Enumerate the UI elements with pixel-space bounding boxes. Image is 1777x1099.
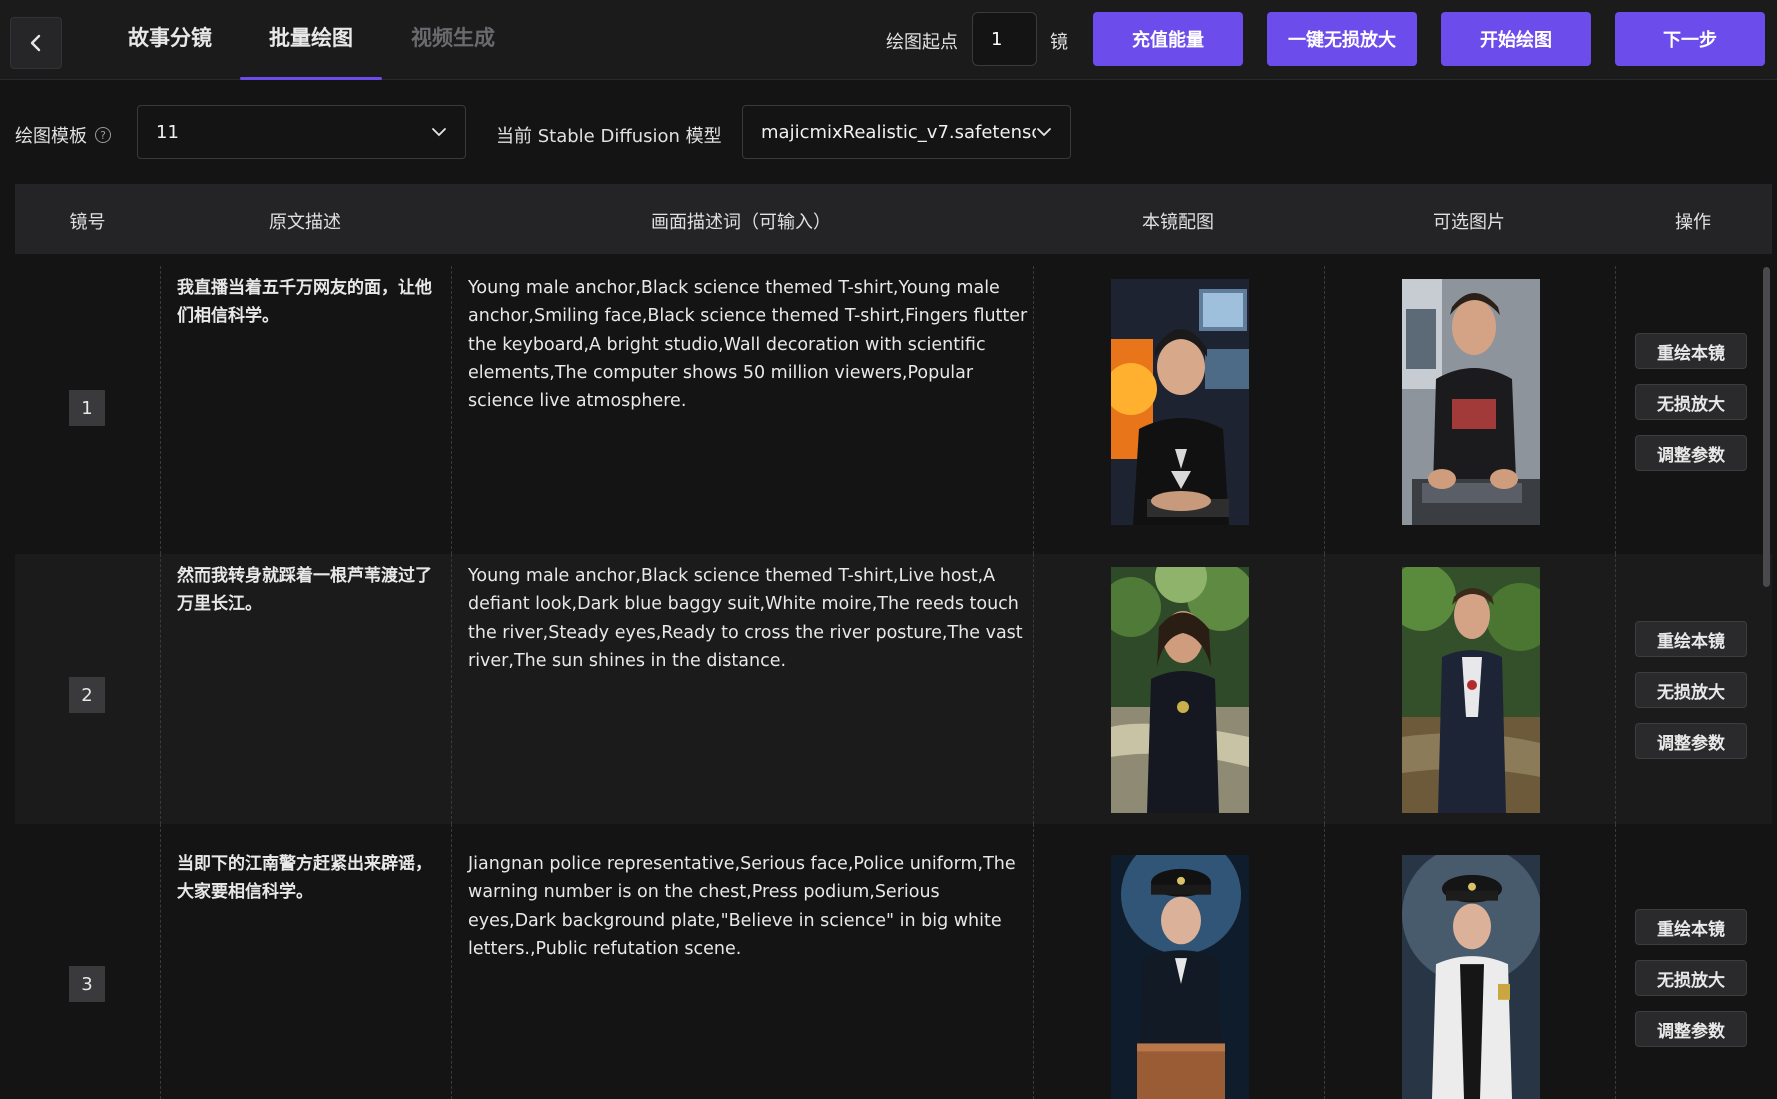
adjust-params-button[interactable]: 调整参数	[1635, 435, 1747, 471]
model-select-value: majicmixRealistic_v7.safetensors	[761, 121, 1036, 143]
upscale-button[interactable]: 无损放大	[1635, 384, 1747, 420]
table-header: 镜号 原文描述 画面描述词（可输入） 本镜配图 可选图片 操作	[15, 184, 1772, 254]
col-shot: 镜号	[69, 212, 106, 233]
help-icon[interactable]: ?	[95, 127, 111, 143]
table-row: 3 当即下的江南警方赶紧出来辟谣，大家要相信科学。 Jiangnan polic…	[15, 824, 1772, 1099]
start-draw-button[interactable]: 开始绘图	[1441, 12, 1591, 66]
draw-start-label: 绘图起点	[886, 32, 958, 53]
redraw-button[interactable]: 重绘本镜	[1635, 621, 1747, 657]
back-button[interactable]	[10, 17, 62, 69]
top-bar: 故事分镜 批量绘图 视频生成 绘图起点 镜 充值能量 一键无损放大 开始绘图 下…	[0, 0, 1777, 80]
table-scrollbar[interactable]	[1763, 267, 1770, 587]
draw-start-input[interactable]	[972, 12, 1037, 66]
option-image[interactable]	[1402, 855, 1540, 1099]
template-select[interactable]: 11	[137, 105, 466, 159]
prompt-input[interactable]: Young male anchor,Black science themed T…	[468, 274, 1033, 415]
table-row: 1 我直播当着五千万网友的面，让他们相信科学。 Young male ancho…	[15, 254, 1772, 554]
redraw-button[interactable]: 重绘本镜	[1635, 333, 1747, 369]
col-actions: 操作	[1675, 212, 1711, 233]
col-image: 本镜配图	[1142, 212, 1214, 233]
prompt-input[interactable]: Jiangnan police representative,Serious f…	[468, 850, 1033, 963]
shot-number: 3	[69, 966, 105, 1002]
upscale-button[interactable]: 无损放大	[1635, 960, 1747, 996]
template-label: 绘图模板	[15, 126, 87, 147]
option-image[interactable]	[1402, 279, 1540, 525]
col-original: 原文描述	[269, 212, 341, 233]
tab-batch-draw[interactable]: 批量绘图	[240, 22, 382, 80]
adjust-params-button[interactable]: 调整参数	[1635, 723, 1747, 759]
shot-number: 1	[69, 390, 105, 426]
chevron-down-icon	[1037, 128, 1051, 137]
redraw-button[interactable]: 重绘本镜	[1635, 909, 1747, 945]
adjust-params-button[interactable]: 调整参数	[1635, 1011, 1747, 1047]
model-label: 当前 Stable Diffusion 模型	[496, 126, 722, 147]
col-prompt: 画面描述词（可输入）	[651, 212, 831, 233]
option-image[interactable]	[1402, 567, 1540, 813]
chevron-left-icon	[30, 34, 41, 52]
template-select-value: 11	[156, 121, 179, 143]
upscale-button[interactable]: 无损放大	[1635, 672, 1747, 708]
shot-number: 2	[69, 677, 105, 713]
template-label-wrap: 绘图模板 ?	[15, 122, 111, 148]
chevron-down-icon	[432, 128, 446, 137]
recharge-button[interactable]: 充值能量	[1093, 12, 1243, 66]
tab-video-generate[interactable]: 视频生成	[398, 22, 508, 80]
current-image[interactable]	[1111, 279, 1249, 525]
tab-storyboard[interactable]: 故事分镜	[115, 22, 225, 80]
model-select[interactable]: majicmixRealistic_v7.safetensors	[742, 105, 1071, 159]
upscale-all-button[interactable]: 一键无损放大	[1267, 12, 1417, 66]
original-text: 当即下的江南警方赶紧出来辟谣，大家要相信科学。	[177, 854, 432, 902]
current-image[interactable]	[1111, 567, 1249, 813]
draw-start-suffix: 镜	[1050, 32, 1068, 53]
original-text: 我直播当着五千万网友的面，让他们相信科学。	[177, 278, 432, 326]
current-image[interactable]	[1111, 855, 1249, 1099]
table-row: 2 然而我转身就踩着一根芦苇渡过了万里长江。 Young male anchor…	[15, 554, 1772, 824]
next-step-button[interactable]: 下一步	[1615, 12, 1765, 66]
col-options: 可选图片	[1433, 212, 1505, 233]
original-text: 然而我转身就踩着一根芦苇渡过了万里长江。	[177, 566, 432, 614]
prompt-input[interactable]: Young male anchor,Black science themed T…	[468, 562, 1033, 675]
